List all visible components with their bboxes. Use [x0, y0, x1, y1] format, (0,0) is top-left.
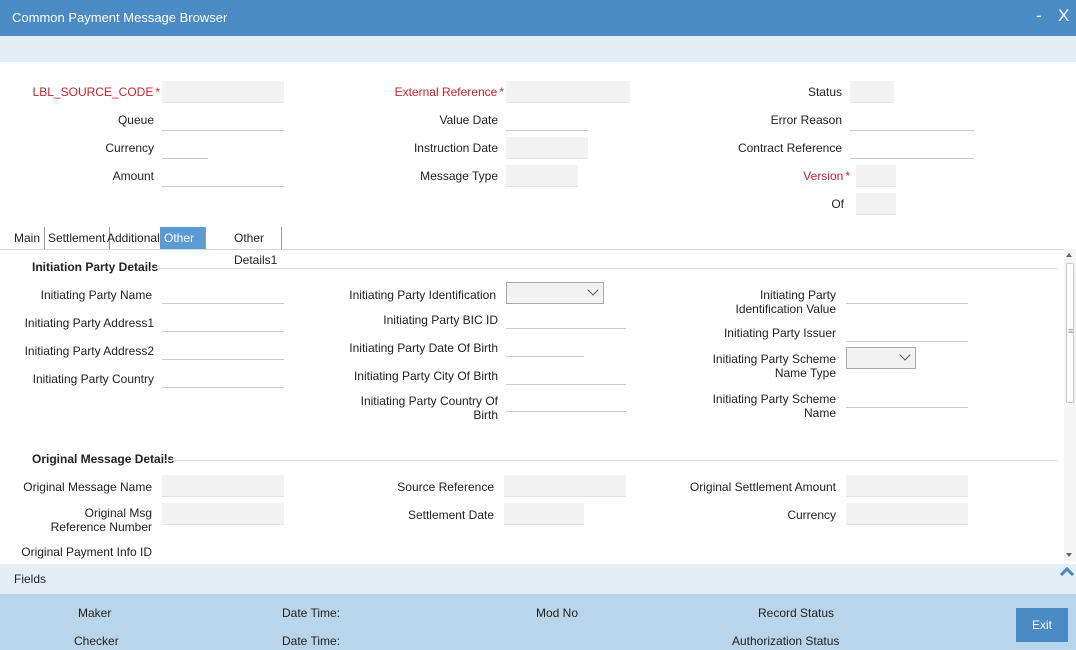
tab-other-details[interactable]: Other Details [160, 227, 206, 267]
initiating-party-address1-label: Initiating Party Address1 [24, 316, 154, 330]
status-field[interactable] [850, 81, 894, 103]
error-reason-field[interactable] [850, 109, 974, 131]
instruction-date-field[interactable] [506, 137, 588, 159]
source-code-field[interactable] [162, 81, 284, 103]
instruction-date-label: Instruction Date [413, 141, 498, 155]
queue-label: Queue [117, 113, 154, 127]
status-label: Status [807, 85, 842, 99]
initiation-party-section-title: Initiation Party Details [32, 260, 159, 274]
checker-date-time-label: Date Time: [282, 634, 341, 648]
original-payment-info-id-label: Original Payment Info ID [21, 545, 152, 559]
original-msg-reference-number-label: Original Msg Reference Number [50, 506, 152, 534]
initiating-party-country-of-birth-field[interactable] [506, 390, 626, 412]
tab-additional[interactable]: Additional [103, 227, 165, 249]
initiating-party-identification-value-field[interactable] [846, 282, 968, 304]
original-currency-label: Currency [787, 508, 836, 522]
mod-no-label: Mod No [536, 606, 579, 620]
currency-field[interactable] [162, 137, 208, 159]
initiating-party-identification-label: Initiating Party Identification [349, 288, 496, 302]
version-field[interactable] [856, 165, 896, 187]
section-divider [150, 268, 1058, 269]
initiating-party-bic-id-label: Initiating Party BIC ID [383, 313, 498, 327]
tab-main[interactable]: Main [10, 227, 46, 249]
initiating-party-name-label: Initiating Party Name [40, 288, 152, 302]
external-reference-field[interactable] [506, 81, 630, 103]
external-reference-label: External Reference * [394, 85, 504, 99]
fields-bar: Fields [0, 564, 1076, 594]
window-title: Common Payment Message Browser [12, 10, 228, 25]
chevron-down-icon [587, 284, 599, 296]
toolbar-strip [0, 36, 1076, 62]
value-date-label: Value Date [439, 113, 498, 127]
original-settlement-amount-field[interactable] [846, 475, 968, 497]
amount-label: Amount [112, 169, 154, 183]
value-date-field[interactable] [506, 109, 588, 131]
authorization-status-label: Authorization Status [732, 634, 840, 648]
message-type-label: Message Type [420, 169, 498, 183]
other-details-panel: Initiation Party Details Initiating Part… [0, 249, 1064, 561]
original-message-name-label: Original Message Name [23, 480, 152, 494]
chevron-up-icon[interactable] [1059, 566, 1075, 582]
settlement-date-field[interactable] [504, 503, 584, 525]
source-reference-field[interactable] [504, 475, 626, 497]
original-settlement-amount-label: Original Settlement Amount [689, 480, 836, 494]
error-reason-label: Error Reason [770, 113, 842, 127]
maker-date-time-label: Date Time: [282, 606, 341, 620]
exit-button[interactable]: Exit [1016, 608, 1068, 642]
scrollbar-thumb[interactable]: ≡ [1066, 263, 1074, 403]
initiating-party-scheme-name-field[interactable] [846, 386, 968, 408]
initiating-party-country-of-birth-label: Initiating Party Country Of Birth [360, 394, 498, 422]
panel-scrollbar[interactable]: ≡ [1064, 249, 1076, 561]
window-title-bar: Common Payment Message Browser - X [0, 0, 1076, 36]
message-type-field[interactable] [506, 165, 578, 187]
initiating-party-address1-field[interactable] [162, 310, 284, 332]
record-status-label: Record Status [758, 606, 835, 620]
grip-icon: ≡ [1068, 326, 1074, 336]
initiating-party-city-of-birth-label: Initiating Party City Of Birth [353, 369, 498, 383]
initiating-party-address2-label: Initiating Party Address2 [24, 344, 154, 358]
initiating-party-identification-select[interactable] [506, 282, 604, 304]
version-label: Version * [803, 169, 850, 183]
initiating-party-issuer-field[interactable] [846, 320, 968, 342]
initiating-party-country-field[interactable] [162, 366, 284, 388]
initiating-party-scheme-name-type-label: Initiating Party Scheme Name Type [712, 352, 836, 380]
contract-reference-field[interactable] [850, 137, 974, 159]
initiating-party-bic-id-field[interactable] [506, 307, 626, 329]
original-msg-reference-number-field[interactable] [162, 503, 284, 525]
source-reference-label: Source Reference [397, 480, 494, 494]
settlement-date-label: Settlement Date [407, 508, 494, 522]
tab-settlement[interactable]: Settlement [44, 227, 111, 249]
of-label: Of [831, 197, 844, 211]
audit-footer: Maker Checker Date Time: Date Time: Mod … [0, 594, 1076, 650]
maker-label: Maker [78, 606, 112, 620]
tab-other-details1[interactable]: Other Details1 [230, 227, 283, 267]
scroll-down-icon[interactable] [1066, 553, 1072, 557]
contract-reference-label: Contract Reference [737, 141, 842, 155]
of-field[interactable] [856, 193, 896, 215]
original-message-name-field[interactable] [162, 475, 284, 497]
currency-label: Currency [105, 141, 154, 155]
checker-label: Checker [74, 634, 119, 648]
initiating-party-scheme-name-type-select[interactable] [846, 347, 916, 369]
initiating-party-dob-label: Initiating Party Date Of Birth [349, 341, 498, 355]
queue-field[interactable] [162, 109, 284, 131]
scroll-up-icon[interactable] [1066, 253, 1072, 257]
initiating-party-city-of-birth-field[interactable] [506, 363, 626, 385]
minimize-icon[interactable]: - [1036, 6, 1042, 26]
amount-field[interactable] [162, 165, 284, 187]
original-message-section-title: Original Message Details [32, 452, 175, 466]
source-code-label: LBL_SOURCE_CODE * [32, 85, 160, 99]
fields-label: Fields [14, 572, 47, 586]
original-currency-field[interactable] [846, 503, 968, 525]
chevron-down-icon [899, 349, 911, 361]
initiating-party-name-field[interactable] [162, 282, 284, 304]
initiating-party-country-label: Initiating Party Country [32, 372, 154, 386]
initiating-party-issuer-label: Initiating Party Issuer [723, 326, 836, 340]
initiating-party-dob-field[interactable] [506, 335, 584, 357]
close-icon[interactable]: X [1058, 6, 1069, 26]
section-divider [164, 460, 1058, 461]
initiating-party-address2-field[interactable] [162, 338, 284, 360]
initiating-party-identification-value-label: Initiating Party Identification Value [735, 288, 836, 316]
initiating-party-scheme-name-label: Initiating Party Scheme Name [712, 392, 836, 420]
